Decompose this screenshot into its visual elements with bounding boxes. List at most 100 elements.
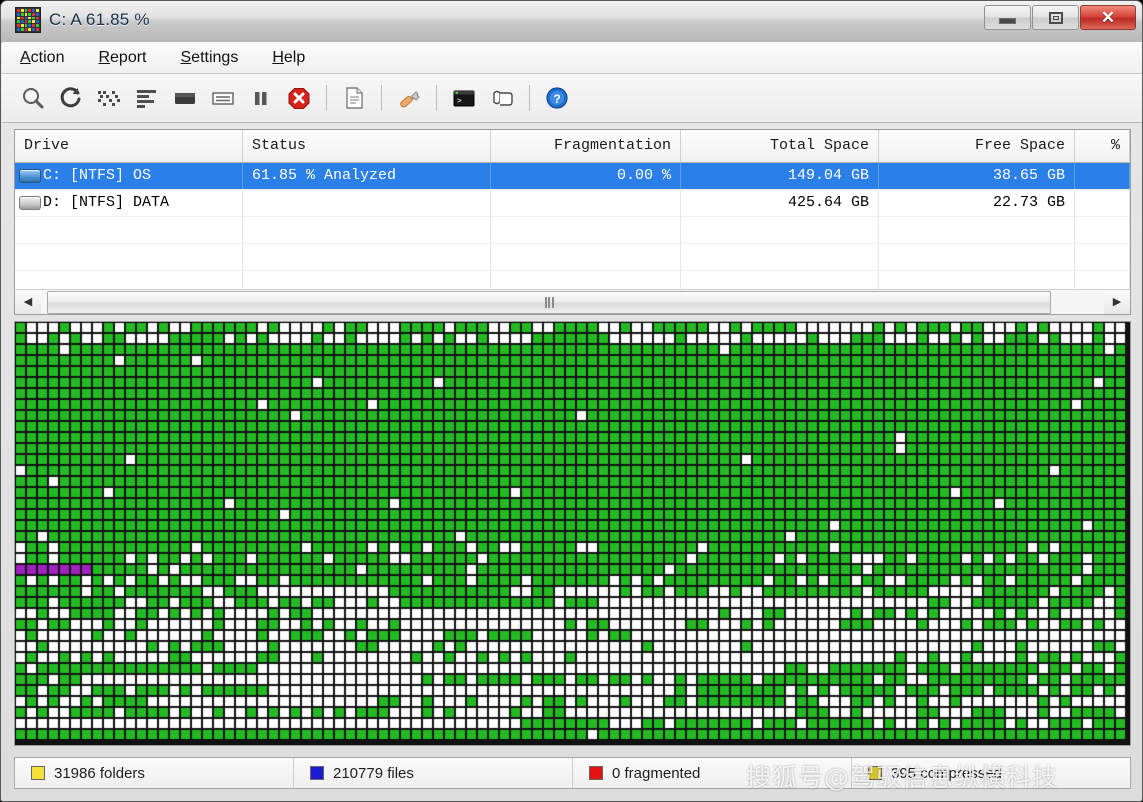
cell-drive: C: [NTFS] OS (15, 163, 243, 189)
quick-optimize-button[interactable] (90, 79, 128, 117)
cell-fragmentation (491, 190, 681, 216)
disk-cluster-map-canvas[interactable] (15, 322, 1130, 745)
status-bar: 31986 folders 210779 files 0 fragmented … (14, 757, 1131, 789)
settings-button[interactable] (390, 79, 428, 117)
caption-buttons: ✕ (983, 5, 1136, 34)
cell-drive-label: C: [NTFS] OS (43, 163, 151, 189)
chevron-left-icon: ◀ (24, 297, 32, 308)
lines-icon (210, 85, 236, 111)
blackbox-icon (172, 85, 198, 111)
cell-percent (1075, 163, 1130, 189)
status-folders: 31986 folders (15, 758, 294, 788)
table-row[interactable]: C: [NTFS] OS 61.85 % Analyzed 0.00 % 149… (15, 163, 1130, 190)
column-header-drive[interactable]: Drive (15, 130, 243, 162)
table-row-empty (15, 217, 1130, 244)
minimize-icon (999, 18, 1016, 24)
status-compressed: 395 compressed (852, 758, 1130, 788)
column-header-percent[interactable]: % (1075, 130, 1130, 162)
document-icon (341, 85, 367, 111)
toolbar-separator (436, 85, 437, 111)
status-folders-label: 31986 folders (54, 765, 145, 782)
close-icon: ✕ (1101, 9, 1115, 26)
scroll-left-button[interactable]: ◀ (15, 290, 41, 314)
close-button[interactable]: ✕ (1080, 5, 1136, 30)
cell-fragmentation: 0.00 % (491, 163, 681, 189)
scroll-right-button[interactable]: ▶ (1104, 290, 1130, 314)
cell-total-space: 149.04 GB (681, 163, 879, 189)
title-bar: C: A 61.85 % ✕ (1, 1, 1143, 43)
cell-percent (1075, 190, 1130, 216)
maximize-button[interactable] (1032, 5, 1079, 30)
status-files: 210779 files (294, 758, 573, 788)
drive-list-body: C: [NTFS] OS 61.85 % Analyzed 0.00 % 149… (15, 163, 1130, 298)
column-header-free-space[interactable]: Free Space (879, 130, 1075, 162)
horizontal-scrollbar[interactable]: ◀ ▶ (14, 289, 1131, 315)
cell-status: 61.85 % Analyzed (243, 163, 491, 189)
cell-free-space: 38.65 GB (879, 163, 1075, 189)
cell-status (243, 190, 491, 216)
stop-button[interactable] (280, 79, 318, 117)
app-icon (15, 7, 41, 33)
pause-button[interactable] (242, 79, 280, 117)
boot-time-scan-button[interactable] (483, 79, 521, 117)
maximize-icon (1049, 12, 1063, 24)
svg-text:>: > (457, 96, 462, 105)
column-header-status[interactable]: Status (243, 130, 491, 162)
help-icon: ? (544, 85, 570, 111)
drive-icon-gray (19, 196, 41, 210)
cell-total-space: 425.64 GB (681, 190, 879, 216)
window-title: C: A 61.85 % (49, 10, 150, 30)
console-icon: > (451, 85, 477, 111)
optimize-mft-button[interactable] (166, 79, 204, 117)
minimize-button[interactable] (984, 5, 1031, 30)
scrollbar-track[interactable] (41, 290, 1104, 314)
table-row-empty (15, 244, 1130, 271)
status-files-label: 210779 files (333, 765, 414, 782)
menu-item-help[interactable]: Help (268, 46, 309, 70)
toolbar: > ? (2, 74, 1143, 123)
drive-list-header: Drive Status Fragmentation Total Space F… (15, 130, 1130, 163)
column-header-total-space[interactable]: Total Space (681, 130, 879, 162)
defragment-button[interactable] (52, 79, 90, 117)
cell-drive: D: [NTFS] DATA (15, 190, 243, 216)
console-button[interactable]: > (445, 79, 483, 117)
drive-list[interactable]: Drive Status Fragmentation Total Space F… (14, 129, 1131, 315)
align-icon (134, 85, 160, 111)
status-fragmented: 0 fragmented (573, 758, 852, 788)
toolbar-separator (529, 85, 530, 111)
analyze-button[interactable] (14, 79, 52, 117)
chevron-right-icon: ▶ (1113, 297, 1121, 308)
table-row[interactable]: D: [NTFS] DATA 425.64 GB 22.73 GB (15, 190, 1130, 217)
pixelgrid-icon (96, 85, 122, 111)
legend-compressed-swatch (868, 766, 882, 780)
legend-folders-swatch (31, 766, 45, 780)
status-fragmented-label: 0 fragmented (612, 765, 700, 782)
scroll-icon (489, 85, 515, 111)
stop-icon (286, 85, 312, 111)
scrollbar-grip-icon (545, 297, 554, 308)
cell-free-space: 22.73 GB (879, 190, 1075, 216)
refresh-icon (58, 85, 84, 111)
full-optimize-button[interactable] (128, 79, 166, 117)
report-button[interactable] (335, 79, 373, 117)
disk-cluster-map[interactable] (14, 321, 1131, 746)
menu-item-action[interactable]: Action (16, 46, 68, 70)
drive-icon-blue (19, 169, 41, 183)
legend-files-swatch (310, 766, 324, 780)
status-compressed-label: 395 compressed (891, 765, 1002, 782)
pause-icon (248, 85, 274, 111)
menu-item-settings[interactable]: Settings (177, 46, 243, 70)
svg-text:?: ? (553, 92, 560, 106)
screwdriver-icon (396, 85, 422, 111)
analyze-icon (20, 85, 46, 111)
toolbar-separator (326, 85, 327, 111)
list-button[interactable] (204, 79, 242, 117)
help-button[interactable]: ? (538, 79, 576, 117)
cell-drive-label: D: [NTFS] DATA (43, 190, 169, 216)
legend-fragmented-swatch (589, 766, 603, 780)
toolbar-separator (381, 85, 382, 111)
column-header-fragmentation[interactable]: Fragmentation (491, 130, 681, 162)
menu-item-report[interactable]: Report (94, 46, 150, 70)
menu-bar: Action Report Settings Help (2, 42, 1143, 74)
scrollbar-thumb[interactable] (47, 291, 1051, 314)
